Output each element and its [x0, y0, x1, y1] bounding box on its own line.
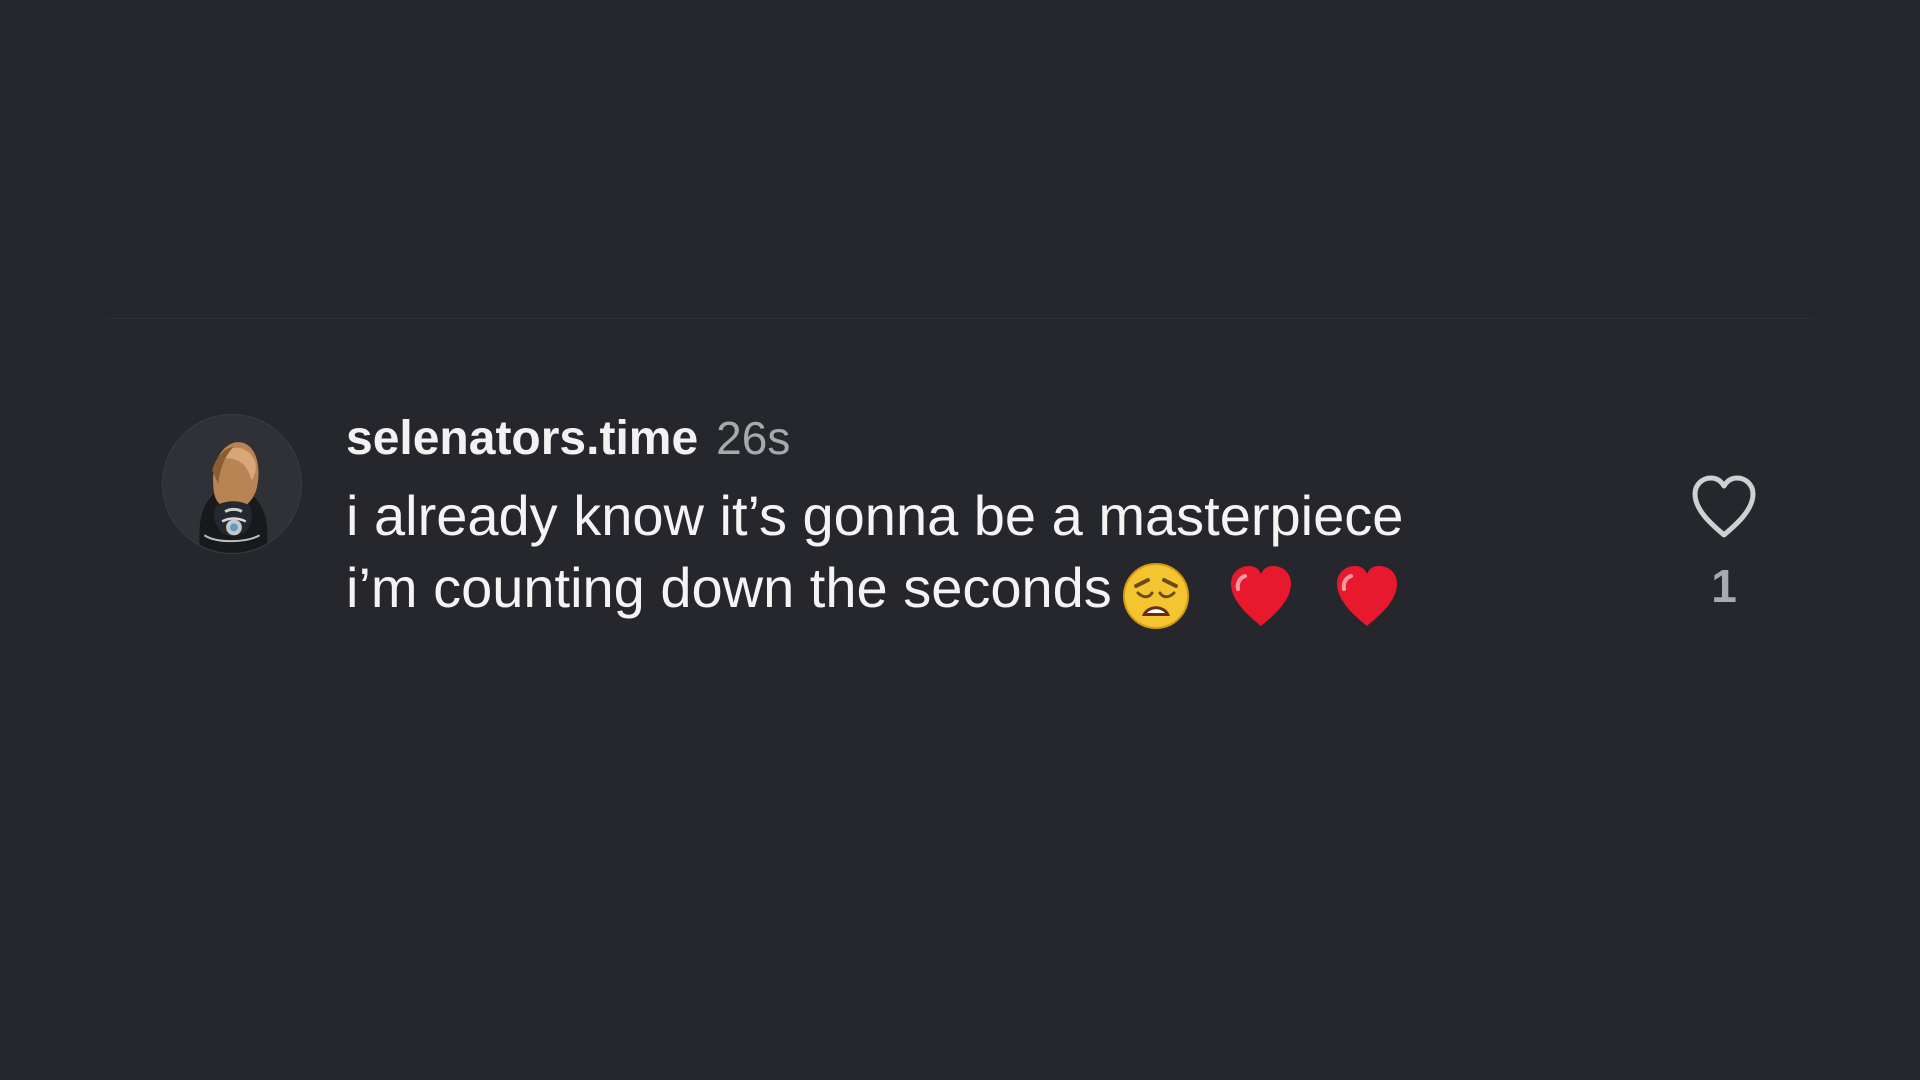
- comment-header: selenators.time 26s: [346, 408, 1596, 468]
- comment-text: i already know it’s gonna be a masterpie…: [346, 480, 1596, 630]
- like-count: 1: [1711, 560, 1737, 612]
- heart-outline-icon[interactable]: [1688, 474, 1760, 540]
- red-heart-emoji-icon: [1329, 560, 1405, 632]
- avatar-image: [163, 415, 301, 553]
- emoji-strip: [1118, 556, 1419, 630]
- comment-body: selenators.time 26s i already know it’s …: [346, 408, 1596, 630]
- comment-line-2-text: i’m counting down the seconds: [346, 556, 1112, 619]
- comment-line-1: i already know it’s gonna be a masterpie…: [346, 484, 1404, 547]
- avatar[interactable]: [162, 414, 302, 554]
- comment-line-2: i’m counting down the seconds: [346, 552, 1596, 630]
- username[interactable]: selenators.time: [346, 411, 698, 466]
- weary-face-emoji-icon: [1118, 560, 1194, 632]
- timestamp: 26s: [716, 412, 791, 464]
- red-heart-emoji-icon: [1223, 560, 1299, 632]
- like-area: 1: [1688, 474, 1760, 612]
- comment-row: selenators.time 26s i already know it’s …: [0, 0, 1920, 1080]
